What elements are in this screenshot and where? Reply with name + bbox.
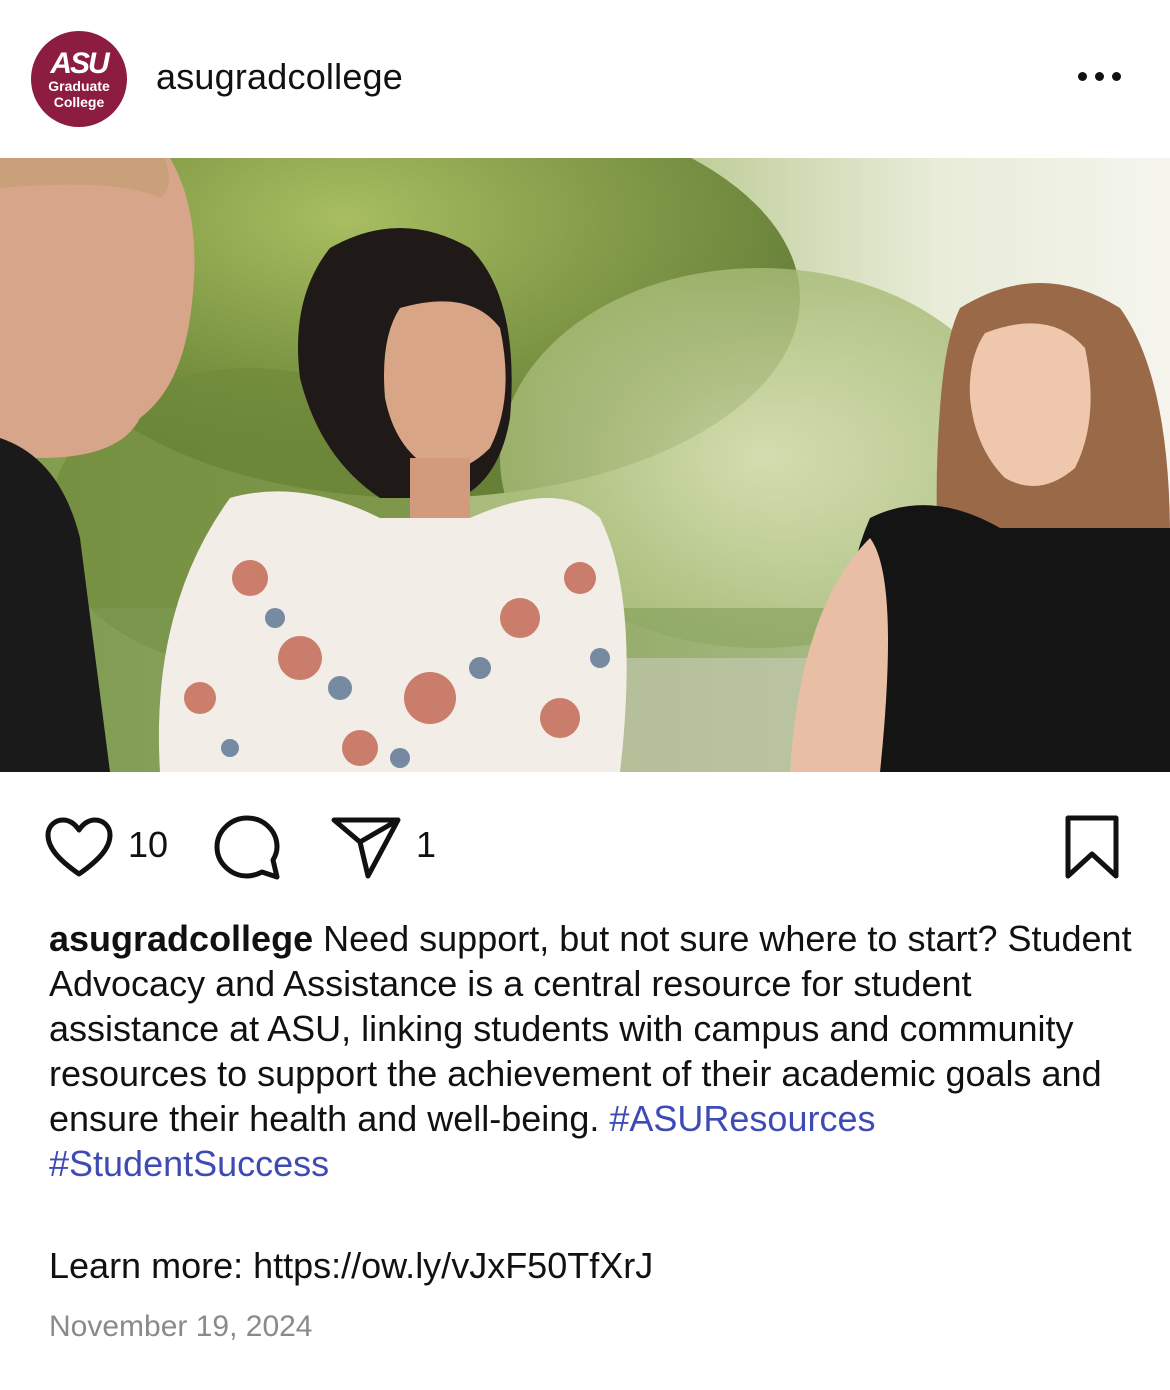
avatar[interactable]: ASU Graduate College	[31, 31, 127, 127]
ellipsis-icon[interactable]	[1078, 66, 1130, 86]
ellipsis-dot	[1078, 71, 1087, 81]
action-bar: 10 1	[0, 772, 1170, 912]
hashtag-asuresources[interactable]: #ASUResources	[609, 1098, 875, 1139]
post-caption: asugradcollege Need support, but not sur…	[49, 916, 1139, 1186]
avatar-logo-text: ASU	[50, 47, 109, 80]
ellipsis-dot	[1095, 71, 1104, 81]
username[interactable]: asugradcollege	[156, 56, 403, 98]
bookmark-icon[interactable]	[1064, 814, 1120, 880]
post-header: ASU Graduate College asugradcollege	[0, 0, 1170, 158]
post-date: November 19, 2024	[49, 1310, 313, 1343]
ellipsis-dot	[1112, 71, 1121, 81]
hashtag-studentsuccess[interactable]: #StudentSuccess	[49, 1143, 329, 1184]
learn-more-link[interactable]: Learn more: https://ow.ly/vJxF50TfXrJ	[49, 1243, 653, 1288]
shares-count[interactable]: 1	[416, 824, 436, 866]
post-photo-illustration	[0, 158, 1170, 772]
likes-count[interactable]: 10	[128, 824, 168, 866]
post-image[interactable]	[0, 158, 1170, 772]
comment-bubble-icon[interactable]	[213, 814, 281, 882]
avatar-line-1: Graduate	[48, 78, 110, 94]
paper-plane-icon[interactable]	[330, 814, 402, 880]
caption-username[interactable]: asugradcollege	[49, 918, 313, 959]
avatar-line-2: College	[53, 94, 105, 110]
heart-icon[interactable]	[44, 816, 114, 878]
